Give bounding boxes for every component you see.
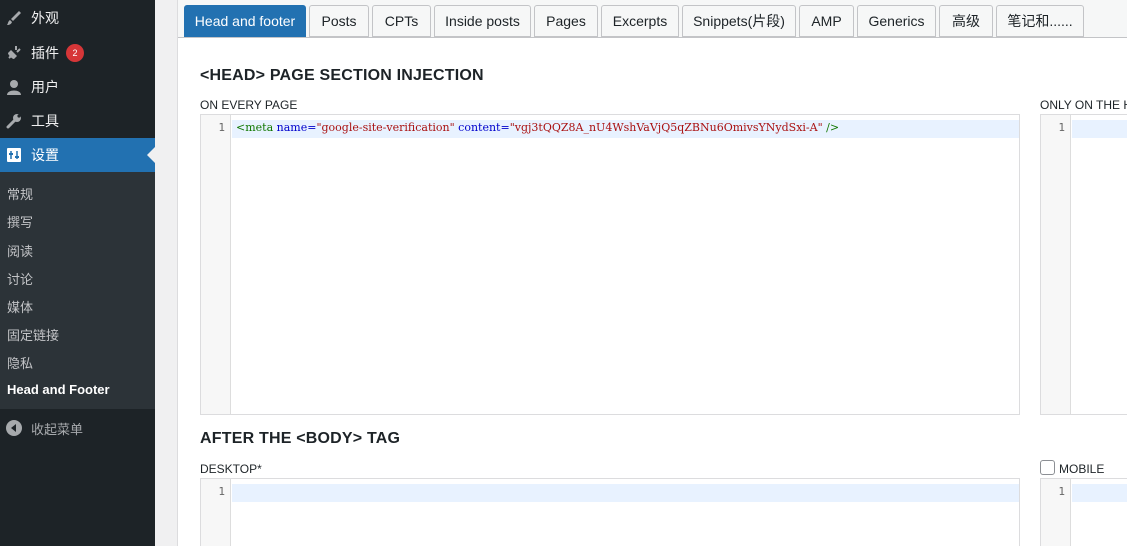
head-home-page-editor[interactable]: 1 bbox=[1040, 114, 1127, 415]
wrench-icon bbox=[4, 111, 24, 131]
submenu-discussion[interactable]: 讨论 bbox=[7, 269, 33, 288]
line-number: 1 bbox=[218, 485, 225, 498]
submenu-media[interactable]: 媒体 bbox=[7, 297, 33, 316]
tab-generics[interactable]: Generics bbox=[857, 5, 936, 37]
every-page-label: ON EVERY PAGE bbox=[200, 98, 298, 112]
line-number: 1 bbox=[218, 121, 225, 134]
settings-icon bbox=[4, 145, 24, 165]
tab-inside-posts[interactable]: Inside posts bbox=[434, 5, 531, 37]
head-section-title: <HEAD> PAGE SECTION INJECTION bbox=[200, 67, 484, 84]
line-number: 1 bbox=[1058, 485, 1065, 498]
tab-amp[interactable]: AMP bbox=[799, 5, 854, 37]
editor-gutter: 1 bbox=[201, 479, 231, 546]
editor-gutter: 1 bbox=[201, 115, 231, 414]
menu-plugins[interactable]: 插件 2 bbox=[0, 36, 155, 70]
submenu-privacy[interactable]: 隐私 bbox=[7, 353, 33, 372]
submenu-general[interactable]: 常规 bbox=[7, 184, 33, 203]
code-attr-name: name= bbox=[276, 121, 317, 134]
editor-gutter: 1 bbox=[1041, 115, 1071, 414]
settings-content: Head and footer Posts CPTs Inside posts … bbox=[177, 0, 1127, 546]
code-line: <meta name="google-site-verification" co… bbox=[236, 121, 839, 134]
menu-users[interactable]: 用户 bbox=[0, 70, 155, 104]
tab-bar: Head and footer Posts CPTs Inside posts … bbox=[178, 0, 1127, 38]
line-number: 1 bbox=[1058, 121, 1065, 134]
mobile-checkbox[interactable] bbox=[1040, 460, 1055, 475]
tab-notes[interactable]: 笔记和...... bbox=[996, 5, 1084, 37]
code-tag-close: /> bbox=[826, 121, 840, 134]
menu-tools[interactable]: 工具 bbox=[0, 104, 155, 138]
plugin-icon bbox=[4, 43, 24, 63]
menu-appearance[interactable]: 外观 bbox=[0, 1, 155, 35]
tab-advanced[interactable]: 高级 bbox=[939, 5, 993, 37]
active-line-highlight bbox=[1072, 120, 1127, 138]
active-line-highlight bbox=[232, 484, 1019, 502]
menu-appearance-label: 外观 bbox=[31, 10, 59, 26]
tab-pages[interactable]: Pages bbox=[534, 5, 598, 37]
menu-plugins-label: 插件 bbox=[31, 45, 59, 61]
collapse-menu-label: 收起菜单 bbox=[31, 421, 84, 437]
tab-posts[interactable]: Posts bbox=[309, 5, 369, 37]
code-value-name: "google-site-verification" bbox=[316, 121, 455, 134]
tab-cpts[interactable]: CPTs bbox=[372, 5, 431, 37]
submenu-head-and-footer[interactable]: Head and Footer bbox=[7, 382, 110, 397]
home-page-label: ONLY ON THE H bbox=[1040, 98, 1127, 112]
code-tag-open: <meta bbox=[236, 121, 274, 134]
menu-users-label: 用户 bbox=[31, 79, 59, 95]
mobile-label: MOBILE bbox=[1059, 462, 1105, 476]
tab-head-and-footer[interactable]: Head and footer bbox=[184, 5, 306, 37]
tab-excerpts[interactable]: Excerpts bbox=[601, 5, 679, 37]
menu-tools-label: 工具 bbox=[31, 113, 59, 129]
user-icon bbox=[4, 77, 24, 97]
paintbrush-icon bbox=[4, 8, 24, 28]
body-section-title: AFTER THE <BODY> TAG bbox=[200, 430, 401, 447]
collapse-arrow-icon bbox=[6, 420, 22, 436]
head-every-page-editor[interactable]: 1 <meta name="google-site-verification" … bbox=[200, 114, 1020, 415]
body-mobile-editor[interactable]: 1 bbox=[1040, 478, 1127, 546]
settings-submenu: 常规 撰写 阅读 讨论 媒体 固定链接 隐私 Head and Footer bbox=[0, 172, 155, 409]
editor-gutter: 1 bbox=[1041, 479, 1071, 546]
admin-sidebar: 外观 插件 2 用户 工具 设置 常规 撰写 阅读 讨论 媒体 固定链接 隐私 … bbox=[0, 0, 155, 546]
code-value-content: "vgj3tQQZ8A_nU4WshVaVjQ5qZBNu6OmivsYNydS… bbox=[509, 121, 823, 134]
code-attr-content: content= bbox=[458, 121, 510, 134]
menu-settings[interactable]: 设置 bbox=[0, 138, 155, 172]
desktop-label: DESKTOP* bbox=[200, 462, 262, 476]
active-line-highlight bbox=[1072, 484, 1127, 502]
tab-snippets[interactable]: Snippets(片段) bbox=[682, 5, 796, 37]
body-desktop-editor[interactable]: 1 bbox=[200, 478, 1020, 546]
submenu-reading[interactable]: 阅读 bbox=[7, 241, 33, 260]
submenu-permalinks[interactable]: 固定链接 bbox=[7, 325, 59, 344]
plugin-update-badge: 2 bbox=[66, 44, 84, 62]
submenu-writing[interactable]: 撰写 bbox=[7, 212, 33, 231]
menu-settings-label: 设置 bbox=[31, 147, 59, 163]
collapse-menu-button[interactable]: 收起菜单 bbox=[0, 416, 155, 440]
